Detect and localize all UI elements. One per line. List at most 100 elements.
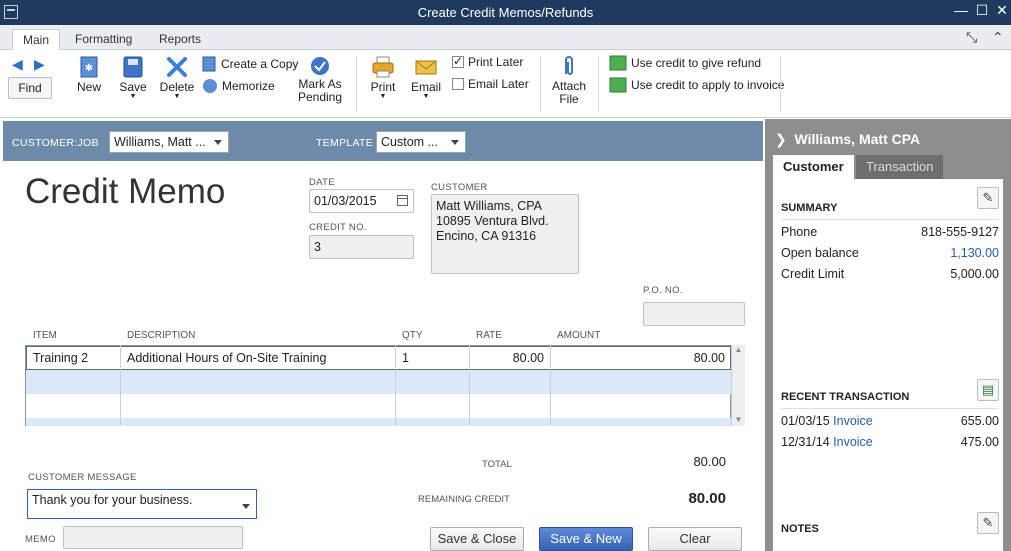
summary-key: Open balance: [781, 246, 859, 260]
refund-icon: [609, 55, 627, 71]
customer-address-field[interactable]: Matt Williams, CPA 10895 Ventura Blvd. E…: [431, 194, 579, 274]
delete-dropdown-icon[interactable]: ▼: [159, 93, 195, 100]
column-header-amount[interactable]: AMOUNT: [557, 325, 600, 345]
chevron-down-icon: [242, 504, 250, 509]
edit-notes-pencil-icon[interactable]: ✎: [977, 512, 999, 534]
divider: [781, 408, 999, 409]
pending-check-icon: [311, 57, 329, 75]
envelope-icon: [415, 60, 437, 75]
open-balance-link[interactable]: 1,130.00: [950, 246, 999, 260]
clear-button[interactable]: Clear: [648, 527, 742, 551]
customer-job-select[interactable]: Williams, Matt ...: [109, 131, 229, 153]
save-dropdown-icon[interactable]: ▼: [117, 93, 149, 100]
divider: [781, 219, 999, 220]
mark-as-pending-button[interactable]: Mark As Pending: [297, 56, 343, 104]
email-dropdown-icon[interactable]: ▼: [410, 93, 442, 100]
edit-pencil-icon[interactable]: ✎: [977, 187, 999, 209]
delete-button[interactable]: Delete ▼: [159, 56, 195, 100]
mark-as-label: Mark As: [298, 77, 342, 91]
column-header-rate[interactable]: RATE: [476, 325, 502, 345]
next-arrow-icon[interactable]: ▶: [34, 56, 45, 73]
recent-transaction-label: RECENT TRANSACTION: [781, 391, 910, 403]
transaction-type-link[interactable]: Invoice: [833, 435, 873, 449]
use-credit-refund-button[interactable]: Use credit to give refund: [609, 55, 761, 71]
item-cell[interactable]: Training 2: [29, 347, 92, 371]
customer-message-select[interactable]: Thank you for your business.: [27, 489, 257, 519]
template-select[interactable]: Custom ...: [376, 131, 466, 153]
address-line: 10895 Ventura Blvd.: [436, 214, 549, 228]
table-row[interactable]: [26, 418, 731, 426]
close-button[interactable]: ✕: [991, 2, 1011, 19]
po-no-label: P.O. NO.: [643, 285, 683, 296]
date-field[interactable]: 01/03/2015: [309, 189, 414, 213]
window-title: Create Credit Memos/Refunds: [417, 5, 594, 20]
attach-file-button[interactable]: Attach File: [550, 54, 588, 106]
address-line: Encino, CA 91316: [436, 229, 537, 243]
table-row[interactable]: Training 2 Additional Hours of On-Site T…: [26, 346, 731, 370]
customer-job-label: CUSTOMER:JOB: [12, 137, 99, 149]
email-button[interactable]: Email ▼: [410, 56, 442, 100]
maximize-button[interactable]: ☐: [971, 2, 993, 19]
create-copy-button[interactable]: Create a Copy: [202, 56, 298, 72]
minimize-button[interactable]: —: [950, 2, 972, 18]
svg-text:✱: ✱: [85, 63, 93, 74]
qty-cell[interactable]: 1: [398, 347, 413, 371]
printer-icon: [372, 56, 394, 78]
print-later-check[interactable]: [452, 54, 464, 68]
column-header-qty[interactable]: QTY: [402, 325, 423, 345]
new-button[interactable]: ✱ New: [74, 56, 104, 94]
tab-customer[interactable]: Customer: [773, 155, 854, 179]
transaction-date: 01/03/15: [781, 414, 830, 428]
memorize-button[interactable]: Memorize: [202, 78, 275, 94]
scroll-up-icon[interactable]: ▲: [732, 345, 745, 354]
email-later-checkbox[interactable]: Email Later: [452, 77, 529, 91]
table-row[interactable]: [26, 370, 731, 394]
column-header-item[interactable]: ITEM: [33, 325, 57, 345]
print-later-checkbox[interactable]: Print Later: [452, 54, 523, 69]
find-button[interactable]: Find: [8, 77, 52, 99]
tab-transaction[interactable]: Transaction: [856, 155, 944, 179]
date-value: 01/03/2015: [314, 194, 377, 208]
side-panel-title: ❯ Williams, Matt CPA: [775, 131, 920, 148]
copy-icon: [202, 56, 216, 72]
print-button[interactable]: Print ▼: [368, 56, 398, 100]
grid-scrollbar[interactable]: ▲ ▼: [731, 345, 745, 426]
po-no-field[interactable]: [643, 302, 745, 326]
print-dropdown-icon[interactable]: ▼: [368, 93, 398, 100]
memo-field[interactable]: [63, 526, 243, 549]
calendar-icon[interactable]: [397, 195, 408, 206]
tab-formatting[interactable]: Formatting: [65, 29, 142, 50]
expand-icon[interactable]: ⤡: [966, 29, 977, 46]
print-label: Print: [370, 80, 396, 94]
transaction-row: 01/03/15 Invoice 655.00: [781, 414, 999, 428]
save-new-button[interactable]: Save & New: [539, 527, 633, 551]
tab-reports[interactable]: Reports: [149, 29, 211, 50]
template-label: TEMPLATE: [316, 137, 374, 149]
tab-main[interactable]: Main: [12, 29, 61, 50]
new-transaction-icon[interactable]: ▤: [977, 379, 999, 401]
save-disk-icon: [123, 56, 143, 78]
save-close-button[interactable]: Save & Close: [430, 527, 524, 551]
remaining-credit-label: REMAINING CREDIT: [418, 494, 510, 505]
scroll-down-icon[interactable]: ▼: [732, 415, 745, 424]
total-label: TOTAL: [482, 459, 512, 470]
save-button[interactable]: Save ▼: [117, 56, 149, 100]
collapse-chevron-icon[interactable]: ❯: [775, 131, 787, 147]
amount-cell[interactable]: 80.00: [552, 347, 729, 371]
transaction-type-link[interactable]: Invoice: [833, 414, 873, 428]
ribbon-separator: [598, 56, 599, 112]
rate-cell[interactable]: 80.00: [472, 347, 548, 371]
column-header-description[interactable]: DESCRIPTION: [127, 325, 195, 345]
table-row[interactable]: [26, 394, 731, 418]
previous-arrow-icon[interactable]: ◀: [12, 56, 23, 73]
collapse-ribbon-icon[interactable]: ⌃: [992, 29, 1004, 46]
description-cell[interactable]: Additional Hours of On-Site Training: [123, 347, 330, 371]
memorize-label: Memorize: [222, 79, 275, 93]
email-later-check[interactable]: [452, 78, 464, 90]
remaining-credit-value: 80.00: [688, 490, 726, 507]
use-credit-invoice-button[interactable]: Use credit to apply to invoice: [609, 77, 784, 93]
delete-label: Delete: [159, 80, 195, 94]
notes-label: NOTES: [781, 523, 819, 535]
credit-no-field[interactable]: 3: [309, 235, 414, 259]
template-value: Custom ...: [381, 135, 438, 149]
